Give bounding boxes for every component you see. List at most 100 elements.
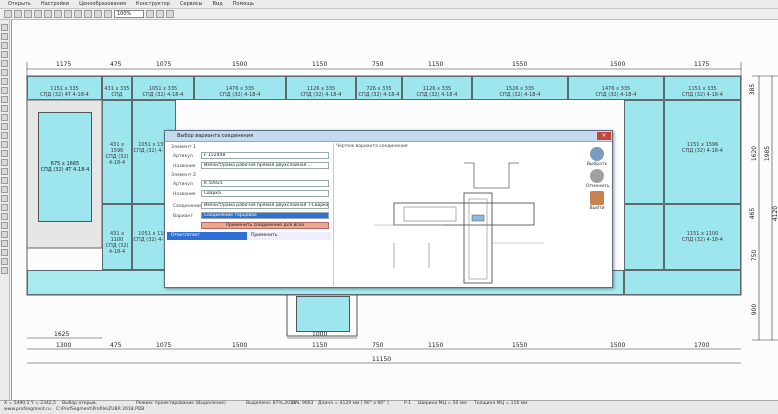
door-tool-icon[interactable]: [1, 60, 8, 67]
zoom-select[interactable]: 100%: [114, 10, 144, 18]
glass-pane[interactable]: 1476 x 335 СПД (32) 4-18-4: [568, 76, 664, 100]
status-selection: Выделено: 87%,2013: [246, 401, 296, 406]
dimension-label: 1000: [312, 331, 328, 338]
cancel-icon: [590, 169, 604, 183]
glass-pane[interactable]: [624, 270, 741, 295]
menu-item-view[interactable]: Вид: [213, 1, 223, 7]
element2-name-field[interactable]: Сварка: [201, 190, 329, 197]
dimension-label: 1075: [156, 342, 172, 349]
copy-icon[interactable]: [74, 10, 82, 18]
dimension-tool-icon[interactable]: [1, 87, 8, 94]
rotate-tool-icon[interactable]: [1, 96, 8, 103]
menu-item-settings[interactable]: Настройки: [41, 1, 69, 7]
glass-pane[interactable]: 1151 x 335 СПД (32) 4-18-4: [664, 76, 741, 100]
fill-tool-icon[interactable]: [1, 213, 8, 220]
sill-tool-icon[interactable]: [1, 186, 8, 193]
handle-tool-icon[interactable]: [1, 159, 8, 166]
split-tool-icon[interactable]: [1, 123, 8, 130]
glass-pane[interactable]: 431 x 335 СПД: [102, 76, 132, 100]
dimension-label: 475: [110, 61, 122, 68]
glass-pane[interactable]: 1151 x 1596 СПД (32) 4-18-4: [664, 100, 741, 204]
lower-door-glass[interactable]: [296, 296, 350, 332]
layout-tool-icon[interactable]: [1, 195, 8, 202]
glass-pane[interactable]: 1476 x 335 СПД (32) 4-18-4: [194, 76, 286, 100]
open-icon[interactable]: [14, 10, 22, 18]
glass-pane[interactable]: 1151 x 1100 СПД (32) 4-18-4: [664, 204, 741, 270]
status-length: Длина = 4129 мм [ 90° x 90° ]: [318, 401, 389, 406]
element1-article-field[interactable]: F 152448: [201, 152, 329, 159]
glass-pane[interactable]: [624, 100, 664, 204]
grid-icon[interactable]: [156, 10, 164, 18]
exit-icon: [590, 191, 604, 205]
dimension-label: 1500: [232, 61, 248, 68]
menu-item-help[interactable]: Помощь: [233, 1, 254, 7]
cancel-button[interactable]: Отменить: [586, 169, 609, 189]
variant-select[interactable]: Соединение торцевое: [201, 212, 329, 219]
measure-icon[interactable]: [166, 10, 174, 18]
element1-header: Элемент 1: [171, 145, 196, 150]
redo-icon[interactable]: [54, 10, 62, 18]
glass-pane[interactable]: 726 x 335 СПД (32) 4-18-4: [356, 76, 402, 100]
merge-tool-icon[interactable]: [1, 132, 8, 139]
select-button[interactable]: Выбрать: [586, 147, 608, 167]
element2-article-field[interactable]: K 50921: [201, 180, 329, 187]
calc-tool-icon[interactable]: [1, 222, 8, 229]
variant-label: Вариант: [173, 214, 193, 219]
settings-tool-icon[interactable]: [1, 258, 8, 265]
dimension-label: 465: [749, 207, 757, 220]
joint-field[interactable]: Импост/рама рабочая прямая двухслойная T…: [201, 202, 329, 209]
glass-pane[interactable]: 1526 x 335 СПД (32) 4-18-4: [472, 76, 568, 100]
sash-tool-icon[interactable]: [1, 51, 8, 58]
element1-name-field[interactable]: Импост/рама рабочая прямая двухслойная .…: [201, 162, 329, 169]
total-width-label: 11150: [372, 356, 392, 363]
hinge-tool-icon[interactable]: [1, 168, 8, 175]
glass-pane[interactable]: 431 x 1100 СПД (32) 4-18-4: [102, 204, 132, 270]
glass-pane[interactable]: 1151 x 335 СПД (32) 4Т 4-18-4: [27, 76, 102, 100]
print-icon[interactable]: [34, 10, 42, 18]
impost-tool-icon[interactable]: [1, 42, 8, 49]
dimension-label: 1175: [694, 61, 710, 68]
delete-tool-icon[interactable]: [1, 114, 8, 121]
glass-tool-icon[interactable]: [1, 69, 8, 76]
frame-tool-icon[interactable]: [1, 33, 8, 40]
arch-tool-icon[interactable]: [1, 78, 8, 85]
fit-icon[interactable]: [146, 10, 154, 18]
info-tool-icon[interactable]: [1, 231, 8, 238]
color-tool-icon[interactable]: [1, 150, 8, 157]
text-tool-icon[interactable]: [1, 204, 8, 211]
glass-pane[interactable]: 1126 x 335 СПД (32) 4-18-4: [402, 76, 472, 100]
glass-pane[interactable]: 1126 x 335 СПД (32) 4-18-4: [286, 76, 356, 100]
paste-icon[interactable]: [84, 10, 92, 18]
status-bar: X = 5490,5 Y = 2342,5 Выбор открыв. Режи…: [0, 400, 778, 414]
glass-pane[interactable]: [624, 204, 664, 270]
exit-button[interactable]: Выйти: [586, 191, 608, 211]
door-glass[interactable]: 675 x 1665 СПД (32) 4Т 4-18-4: [38, 112, 92, 222]
zoom-out-icon[interactable]: [104, 10, 112, 18]
mosquito-tool-icon[interactable]: [1, 177, 8, 184]
menu-item-open[interactable]: Открыть: [8, 1, 31, 7]
profile-tool-icon[interactable]: [1, 141, 8, 148]
mirror-tool-icon[interactable]: [1, 105, 8, 112]
cut-icon[interactable]: [64, 10, 72, 18]
select-tool-icon[interactable]: [1, 24, 8, 31]
menu-item-pricing[interactable]: Ценообразования: [79, 1, 126, 7]
save-icon[interactable]: [24, 10, 32, 18]
glass-pane[interactable]: 431 x 1596 СПД (32) 4-18-4: [102, 100, 132, 204]
close-icon[interactable]: ×: [597, 132, 611, 140]
dimension-label: 750: [751, 249, 759, 262]
menu-item-services[interactable]: Сервисы: [180, 1, 203, 7]
apply-to-all-button[interactable]: Применить соединение для всех: [201, 222, 329, 229]
status-website: www.profsegment.ru: [4, 407, 51, 412]
help-tool-icon[interactable]: [1, 267, 8, 274]
glass-pane[interactable]: 1051 x 335 СПД (32) 4-18-4: [132, 76, 194, 100]
tab-apply[interactable]: Применить: [247, 232, 331, 240]
zoom-in-icon[interactable]: [94, 10, 102, 18]
undo-icon[interactable]: [44, 10, 52, 18]
export-tool-icon[interactable]: [1, 249, 8, 256]
status-thickness: Толщина МЦ = 116 мм: [474, 401, 528, 406]
tab-option[interactable]: Ответ/ответ: [167, 232, 247, 240]
report-tool-icon[interactable]: [1, 240, 8, 247]
new-icon[interactable]: [4, 10, 12, 18]
menu-bar: Открыть Настройки Ценообразования Констр…: [0, 0, 778, 9]
menu-item-constructor[interactable]: Конструктор: [136, 1, 170, 7]
